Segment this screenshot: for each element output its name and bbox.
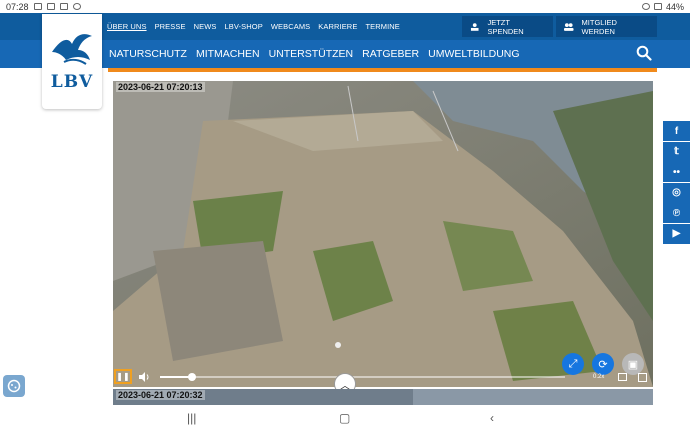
nav-mitmachen[interactable]: MITMACHEN [196,48,260,60]
top-links: ÜBER UNS PRESSE NEWS LBV-SHOP WEBCAMS KA… [107,13,400,40]
home-icon[interactable]: ▢ [339,411,350,425]
cookie-settings-button[interactable] [3,375,25,397]
playback-rate[interactable]: 0.2x [593,374,604,380]
twitter-icon[interactable]: 𝕥 [663,141,690,162]
wifi-icon [653,3,662,10]
video-timestamp: 2023-06-21 07:20:13 [116,82,205,92]
member-button[interactable]: MITGLIED WERDEN [556,16,657,37]
flickr-icon[interactable]: •• [663,162,690,182]
alarm-icon [641,3,650,10]
toplink-ueber-uns[interactable]: ÜBER UNS [107,22,147,31]
gallery-icon [33,3,42,10]
toplink-webcams[interactable]: WEBCAMS [271,22,310,31]
toplink-presse[interactable]: PRESSE [155,22,186,31]
screenshot-icon [46,3,55,10]
android-status-bar: 07:28 44% [0,0,690,13]
seek-bar[interactable] [160,373,565,381]
nav-unterstuetzen[interactable]: UNTERSTÜTZEN [269,48,354,60]
sync-icon [72,3,81,10]
android-navigation-bar: ||| ▢ ‹ [0,405,690,431]
back-icon[interactable]: ‹ [490,411,494,425]
accent-divider [108,68,657,72]
pinterest-icon[interactable]: ℗ [663,203,690,223]
pause-icon: ❚❚ [116,372,130,381]
notification-icon [59,3,68,10]
member-label: MITGLIED WERDEN [581,17,617,36]
social-sidebar: f 𝕥 •• ◎ ℗ ▶ [663,121,690,244]
recent-apps-icon[interactable]: ||| [187,411,196,425]
youtube-icon[interactable]: ▶ [663,223,690,244]
status-time: 07:28 [6,1,29,12]
members-icon [564,22,574,31]
donate-label: JETZT SPENDEN [487,17,524,36]
battery-level: 44% [665,1,684,12]
nav-umweltbildung[interactable]: UMWELTBILDUNG [428,48,519,60]
seek-handle[interactable] [188,373,197,381]
toplink-karriere[interactable]: KARRIERE [318,22,357,31]
lbv-logo[interactable]: LBV [42,14,102,109]
fullscreen-icon[interactable] [638,373,647,382]
video2-timestamp: 2023-06-21 07:20:32 [116,390,205,400]
logo-text: LBV [50,72,94,92]
donate-icon [470,22,479,31]
nav-naturschutz[interactable]: NATURSCHUTZ [109,48,187,60]
search-icon[interactable] [636,45,652,61]
pause-button[interactable]: ❚❚ [114,369,132,384]
bird-logo-icon [52,34,92,65]
video-controls: ❚❚ 0.2x [113,367,653,387]
webcam-player[interactable]: 2023-06-21 07:20:13 ⤢ ⟳ ▣ ❚❚ 0.2x [113,81,653,387]
instagram-icon[interactable]: ◎ [663,182,690,203]
top-navigation: ÜBER UNS PRESSE NEWS LBV-SHOP WEBCAMS KA… [0,13,690,40]
webcam-image [113,81,653,387]
main-navigation: NATURSCHUTZ MITMACHEN UNTERSTÜTZEN RATGE… [0,40,690,68]
cookie-icon [7,379,21,393]
facebook-icon[interactable]: f [663,121,690,141]
nav-ratgeber[interactable]: RATGEBER [362,48,419,60]
toplink-termine[interactable]: TERMINE [365,22,399,31]
toplink-news[interactable]: NEWS [194,22,217,31]
donate-button[interactable]: JETZT SPENDEN [462,16,553,37]
volume-icon[interactable] [138,371,150,383]
webcam-player-2[interactable]: 2023-06-21 07:20:32 [113,389,653,405]
pip-icon[interactable] [618,373,627,381]
toplink-shop[interactable]: LBV-SHOP [225,22,263,31]
